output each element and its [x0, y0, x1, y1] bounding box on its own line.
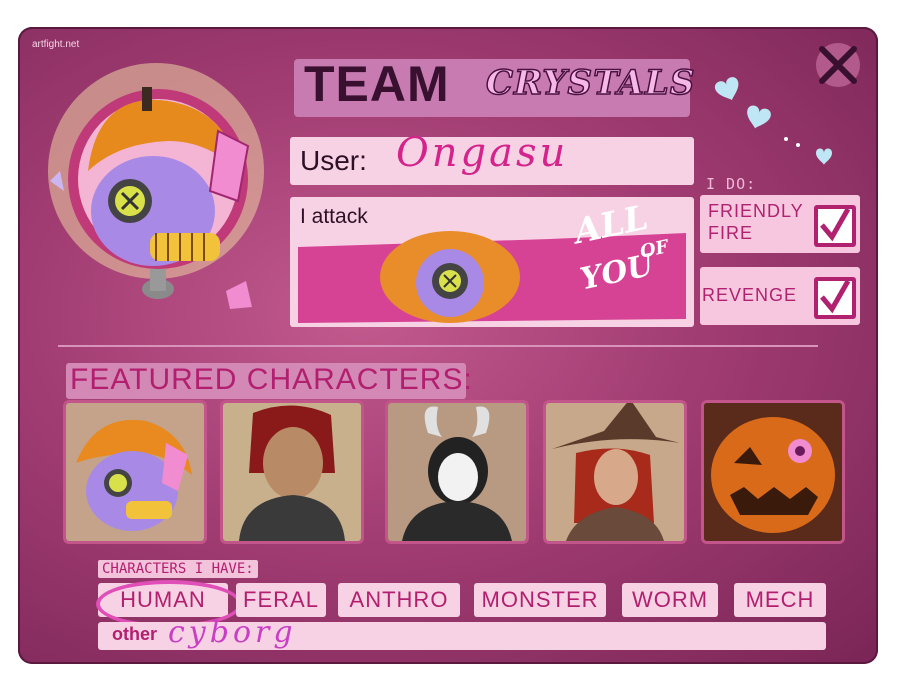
- friendly-fire-checkbox[interactable]: [814, 205, 856, 247]
- other-value: cyborg: [168, 615, 297, 650]
- tag-monster-label: MONSTER: [481, 587, 599, 612]
- red-haired-man-thumbnail-icon: [223, 403, 361, 541]
- horned-creature-thumbnail-icon: [388, 403, 526, 541]
- tag-feral-label: FERAL: [243, 587, 319, 612]
- checkmark-icon: [820, 207, 851, 242]
- tag-monster[interactable]: MONSTER: [474, 583, 606, 617]
- avatar-pumpkin-doll: [48, 63, 264, 309]
- option-fire-label: FIRE: [708, 223, 754, 243]
- tag-worm-label: WORM: [631, 587, 709, 612]
- user-label: User:: [300, 145, 367, 176]
- featured-title: FEATURED CHARACTERS:: [70, 363, 473, 396]
- user-name[interactable]: Ongasu: [396, 130, 568, 176]
- tag-mech[interactable]: MECH: [734, 583, 826, 617]
- character-thumb-3[interactable]: [388, 403, 526, 541]
- tag-mech-label: MECH: [745, 587, 815, 612]
- checkmark-icon: [820, 279, 851, 314]
- character-thumb-1[interactable]: [66, 403, 204, 541]
- jack-o-lantern-thumbnail-icon: [704, 403, 842, 541]
- tag-anthro-label: ANTHRO: [349, 587, 449, 612]
- team-card: artfight.net TEAM CRYSTALS User: Ongasu: [18, 27, 878, 664]
- tag-feral[interactable]: FERAL: [236, 583, 326, 617]
- site-watermark: artfight.net: [32, 39, 80, 50]
- hearts-decoration-icon: [714, 77, 832, 165]
- pumpkin-doll-thumbnail-icon: [66, 403, 204, 541]
- team-name: CRYSTALS: [485, 62, 696, 104]
- characters-label: CHARACTERS I HAVE:: [98, 560, 258, 578]
- option-revenge-label: REVENGE: [702, 285, 798, 305]
- other-label: other: [112, 624, 157, 644]
- section-divider: [58, 345, 818, 347]
- attack-label: I attack: [300, 205, 368, 228]
- team-label: TEAM: [304, 56, 450, 112]
- witch-woman-thumbnail-icon: [546, 403, 684, 541]
- character-thumb-4[interactable]: [546, 403, 684, 541]
- revenge-checkbox[interactable]: [814, 277, 856, 319]
- tag-worm[interactable]: WORM: [622, 583, 718, 617]
- character-thumb-2[interactable]: [223, 403, 361, 541]
- character-thumb-5[interactable]: [704, 403, 842, 541]
- ido-label: I DO:: [706, 175, 757, 193]
- tag-anthro[interactable]: ANTHRO: [338, 583, 460, 617]
- option-friendly-label: FRIENDLY: [708, 201, 804, 221]
